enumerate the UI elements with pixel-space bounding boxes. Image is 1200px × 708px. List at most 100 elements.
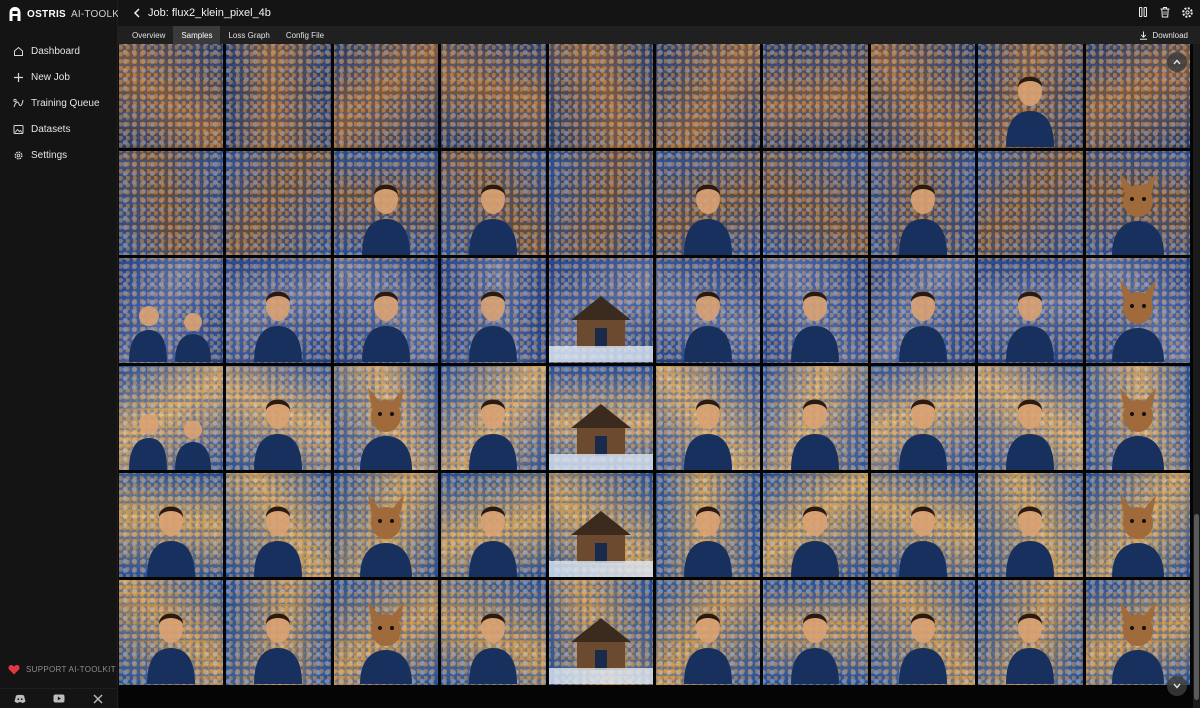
sample-subject	[683, 505, 732, 577]
brand-name: OSTRIS	[27, 8, 67, 20]
sample-thumbnail[interactable]	[548, 580, 653, 685]
sample-thumbnail[interactable]	[763, 365, 868, 470]
thumbnail-texture	[119, 150, 224, 256]
sample-thumbnail[interactable]	[978, 365, 1083, 470]
app-window: OSTRIS AI-TOOLKIT Dashboard New Job Trai…	[0, 0, 1200, 708]
sample-thumbnail[interactable]	[119, 44, 224, 148]
sample-thumbnail[interactable]	[441, 580, 546, 685]
job-settings-button[interactable]	[1180, 5, 1194, 19]
tab-loss-graph[interactable]: Loss Graph	[220, 26, 277, 44]
sample-subject	[548, 510, 653, 577]
sample-thumbnail[interactable]	[978, 258, 1083, 363]
sample-thumbnail[interactable]	[870, 365, 976, 470]
sample-thumbnail[interactable]	[763, 44, 868, 148]
sample-thumbnail[interactable]	[870, 44, 976, 148]
sample-thumbnail[interactable]	[655, 44, 761, 148]
sample-thumbnail[interactable]	[226, 44, 331, 148]
sample-thumbnail[interactable]	[1085, 150, 1190, 256]
sample-thumbnail[interactable]	[978, 150, 1083, 256]
sample-thumbnail[interactable]	[119, 580, 224, 685]
sample-thumbnail[interactable]	[763, 258, 868, 363]
sample-thumbnail[interactable]	[763, 580, 868, 685]
sample-thumbnail[interactable]	[870, 472, 976, 578]
sample-thumbnail[interactable]	[119, 472, 224, 578]
sample-thumbnail[interactable]	[226, 258, 331, 363]
sample-thumbnail[interactable]	[441, 258, 546, 363]
sample-thumbnail[interactable]	[119, 365, 224, 470]
sample-thumbnail[interactable]	[978, 580, 1083, 685]
sample-thumbnail[interactable]	[333, 365, 439, 470]
sample-thumbnail[interactable]	[655, 472, 761, 578]
gear-icon	[1181, 6, 1193, 18]
sample-thumbnail[interactable]	[441, 44, 546, 148]
x-icon[interactable]	[91, 692, 105, 706]
sample-thumbnail[interactable]	[978, 44, 1083, 148]
sample-thumbnail[interactable]	[441, 150, 546, 256]
sample-thumbnail[interactable]	[548, 472, 653, 578]
sample-thumbnail[interactable]	[226, 365, 331, 470]
sample-thumbnail[interactable]	[870, 580, 976, 685]
scroll-to-bottom-button[interactable]	[1167, 676, 1187, 696]
brand[interactable]: OSTRIS AI-TOOLKIT	[8, 5, 128, 23]
sample-thumbnail[interactable]	[1085, 365, 1190, 470]
sample-thumbnail[interactable]	[333, 580, 439, 685]
scroll-to-top-button[interactable]	[1167, 52, 1187, 72]
download-button[interactable]: Download	[1139, 26, 1188, 44]
sample-thumbnail[interactable]	[441, 365, 546, 470]
sample-thumbnail[interactable]	[441, 472, 546, 578]
tab-samples[interactable]: Samples	[173, 26, 221, 44]
sample-thumbnail[interactable]	[870, 150, 976, 256]
discord-icon[interactable]	[13, 692, 27, 706]
thumbnail-texture	[226, 44, 331, 148]
sample-thumbnail[interactable]	[333, 44, 439, 148]
sample-subject	[898, 613, 947, 685]
scrollbar-thumb[interactable]	[1194, 514, 1199, 700]
sample-thumbnail[interactable]	[548, 44, 653, 148]
delete-button[interactable]	[1158, 5, 1172, 19]
sample-thumbnail[interactable]	[548, 258, 653, 363]
sample-thumbnail[interactable]	[870, 258, 976, 363]
sample-thumbnail[interactable]	[119, 150, 224, 256]
sample-thumbnail[interactable]	[1085, 472, 1190, 578]
sample-thumbnail[interactable]	[763, 150, 868, 256]
sample-thumbnail[interactable]	[1085, 580, 1190, 685]
sample-subject	[1006, 398, 1055, 470]
header-actions	[1136, 5, 1194, 19]
sample-thumbnail[interactable]	[333, 150, 439, 256]
sample-thumbnail[interactable]	[655, 258, 761, 363]
thumbnail-texture	[119, 44, 224, 148]
back-button[interactable]	[126, 0, 148, 26]
youtube-icon[interactable]	[52, 692, 66, 706]
sample-thumbnail[interactable]	[226, 580, 331, 685]
trash-icon	[1160, 7, 1170, 18]
sample-thumbnail[interactable]	[226, 472, 331, 578]
sample-thumbnail[interactable]	[548, 150, 653, 256]
sidebar-item-dashboard[interactable]: Dashboard	[0, 38, 118, 64]
sample-thumbnail[interactable]	[655, 150, 761, 256]
sample-thumbnail[interactable]	[655, 580, 761, 685]
sample-subject	[469, 291, 518, 363]
tab-config-file[interactable]: Config File	[278, 26, 332, 44]
thumbnail-texture	[978, 150, 1083, 256]
sample-thumbnail[interactable]	[763, 472, 868, 578]
sample-thumbnail[interactable]	[333, 472, 439, 578]
sample-subject	[469, 398, 518, 470]
sample-subject	[898, 291, 947, 363]
sidebar-item-datasets[interactable]: Datasets	[0, 116, 118, 142]
sample-thumbnail[interactable]	[978, 472, 1083, 578]
sample-thumbnail[interactable]	[655, 365, 761, 470]
sample-thumbnail[interactable]	[333, 258, 439, 363]
pause-button[interactable]	[1136, 5, 1150, 19]
sidebar-item-settings[interactable]: Settings	[0, 142, 118, 168]
thumbnail-texture	[333, 44, 439, 148]
sample-thumbnail[interactable]	[548, 365, 653, 470]
scrollbar-track[interactable]	[1193, 44, 1200, 708]
sidebar-item-new-job[interactable]: New Job	[0, 64, 118, 90]
tab-overview[interactable]: Overview	[124, 26, 173, 44]
sample-subject	[1111, 280, 1164, 363]
support-link[interactable]: SUPPORT AI-TOOLKIT	[8, 664, 116, 675]
sample-thumbnail[interactable]	[119, 258, 224, 363]
sample-thumbnail[interactable]	[1085, 258, 1190, 363]
sample-thumbnail[interactable]	[226, 150, 331, 256]
sidebar-item-training-queue[interactable]: Training Queue	[0, 90, 118, 116]
